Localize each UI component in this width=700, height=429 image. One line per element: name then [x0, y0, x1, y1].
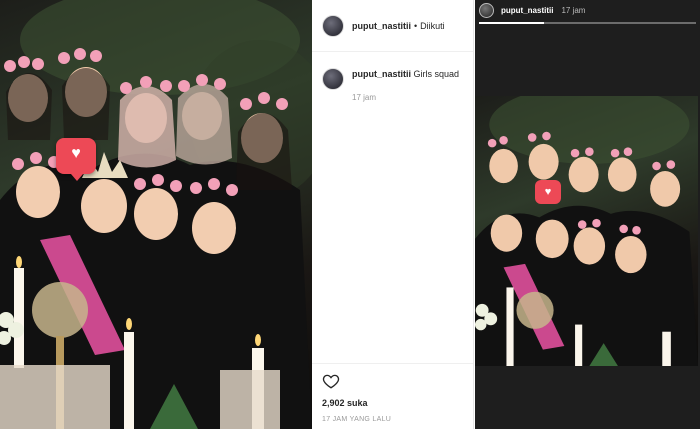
avatar[interactable]	[322, 14, 344, 37]
caption-avatar[interactable]	[322, 68, 344, 90]
story-username[interactable]: puput_nastitii	[501, 6, 553, 15]
heart-icon: ♥	[544, 186, 552, 198]
heart-outline-icon[interactable]	[322, 372, 340, 390]
post-timestamp: 17 JAM YANG LALU	[322, 416, 392, 423]
story-progress-bar	[479, 22, 696, 24]
story-avatar[interactable]	[479, 3, 494, 18]
story-header: puput_nastitii 17 jam	[479, 3, 585, 18]
group-photo-illustration	[0, 0, 312, 429]
caption-time: 17 jam	[352, 93, 377, 102]
post-header: puput_nastitii • Diikuti	[312, 0, 473, 52]
post-photo[interactable]: ♥	[0, 0, 312, 429]
story-progress-fill	[479, 22, 545, 24]
post-actions: 2,902 suka 17 JAM YANG LALU	[312, 363, 473, 429]
story-like-badge: ♥	[535, 180, 561, 204]
story-time: 17 jam	[561, 6, 586, 15]
caption-row: puput_nastitii Girls squad 17 jam	[312, 52, 473, 104]
post-author-username[interactable]: puput_nastitii	[352, 21, 411, 31]
caption-text: Girls squad	[413, 69, 460, 79]
caption-body: puput_nastitii Girls squad 17 jam	[352, 68, 459, 104]
heart-icon: ♥	[71, 145, 81, 162]
story-group-photo-illustration	[475, 96, 698, 366]
story-viewer[interactable]: puput_nastitii 17 jam ♥	[475, 0, 700, 429]
follow-status-button[interactable]: Diikuti	[420, 21, 445, 31]
story-photo[interactable]: ♥	[475, 96, 698, 366]
likes-count[interactable]: 2,902 suka	[322, 398, 463, 408]
separator-dot: •	[414, 20, 418, 31]
caption-username[interactable]: puput_nastitii	[352, 69, 411, 79]
post-details-panel: puput_nastitii • Diikuti puput_nastitii …	[312, 0, 474, 429]
like-notification-badge: ♥	[56, 138, 96, 181]
